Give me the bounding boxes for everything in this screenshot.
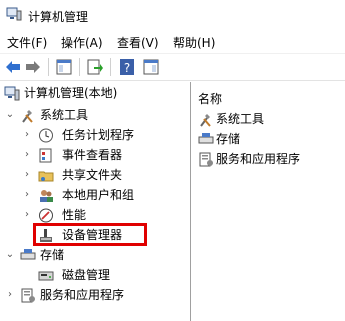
toolbar-separator [110,58,111,76]
tree-label: 本地用户和组 [62,188,135,202]
tree-item-local-users[interactable]: › 本地用户和组 [2,185,188,205]
services-icon [199,152,213,167]
console-tree-icon[interactable] [55,58,73,76]
chevron-right-icon[interactable]: › [22,165,32,185]
services-icon [21,288,35,303]
list-item-label: 存储 [216,132,241,146]
tools-icon [22,110,33,123]
tree-root-label: 计算机管理(本地) [24,86,118,100]
tree-item-system-tools[interactable]: ⌄ 系统工具 [2,105,188,125]
users-icon [40,190,53,202]
action-pane-icon[interactable] [142,58,160,76]
svg-text:?: ? [124,61,130,75]
help-icon[interactable]: ? [118,58,136,76]
list-item-label: 系统工具 [216,112,265,126]
tools-icon [200,114,211,127]
event-viewer-icon [39,148,52,163]
tree-item-task-scheduler[interactable]: › 任务计划程序 [2,125,188,145]
chevron-right-icon[interactable]: › [22,145,32,165]
chevron-right-icon[interactable]: › [5,285,15,305]
export-list-icon[interactable] [86,58,104,76]
console-tree: 计算机管理(本地) ⌄ 系统工具 › 任务计划程序 › 事件查看器 › 共享文件… [0,82,191,321]
menu-action[interactable]: 操作(A) [61,34,103,51]
tree-label: 服务和应用程序 [40,288,125,302]
computer-management-icon [6,7,22,21]
chevron-right-icon[interactable]: › [22,125,32,145]
storage-icon [20,249,36,260]
toolbar-separator [79,58,80,76]
toolbar: ? [0,53,345,81]
tree-label: 共享文件夹 [62,168,123,182]
chevron-down-icon[interactable]: ⌄ [5,245,15,265]
tree-item-event-viewer[interactable]: › 事件查看器 [2,145,188,165]
storage-icon [198,133,214,144]
shared-folder-icon [38,171,54,182]
menu-file[interactable]: 文件(F) [7,34,47,51]
tree-label: 存储 [40,248,65,262]
tree-item-root[interactable]: 计算机管理(本地) [2,83,188,103]
title-bar: 计算机管理 [0,0,345,30]
tree-label: 任务计划程序 [62,128,135,142]
toolbar-separator [48,58,49,76]
tree-label: 磁盘管理 [62,268,111,282]
back-arrow-icon[interactable] [4,58,22,76]
details-pane: 名称 系统工具 存储 服务和应用程序 [192,82,345,321]
tree-item-storage[interactable]: ⌄ 存储 [2,245,188,265]
chevron-right-icon[interactable]: › [22,205,32,225]
clock-icon [39,128,53,143]
tree-item-performance[interactable]: › 性能 [2,205,188,225]
chevron-down-icon[interactable]: ⌄ [5,105,15,125]
window-title: 计算机管理 [28,10,89,24]
menu-help[interactable]: 帮助(H) [173,34,215,51]
menu-bar: 文件(F) 操作(A) 查看(V) 帮助(H) [0,31,345,51]
tree-label: 系统工具 [40,108,89,122]
list-item-label: 服务和应用程序 [216,152,301,166]
tree-label: 事件查看器 [62,148,123,162]
performance-icon [39,208,53,223]
disk-icon [38,271,54,281]
tree-label: 性能 [62,208,87,222]
highlight-box [33,223,147,246]
forward-arrow-icon[interactable] [24,58,42,76]
menu-view[interactable]: 查看(V) [117,34,159,51]
tree-item-disk-management[interactable]: 磁盘管理 [2,265,188,285]
tree-item-services-apps[interactable]: › 服务和应用程序 [2,285,188,305]
tree-item-shared-folders[interactable]: › 共享文件夹 [2,165,188,185]
chevron-right-icon[interactable]: › [22,185,32,205]
column-header-name[interactable]: 名称 [198,90,222,107]
computer-management-icon [4,86,20,101]
